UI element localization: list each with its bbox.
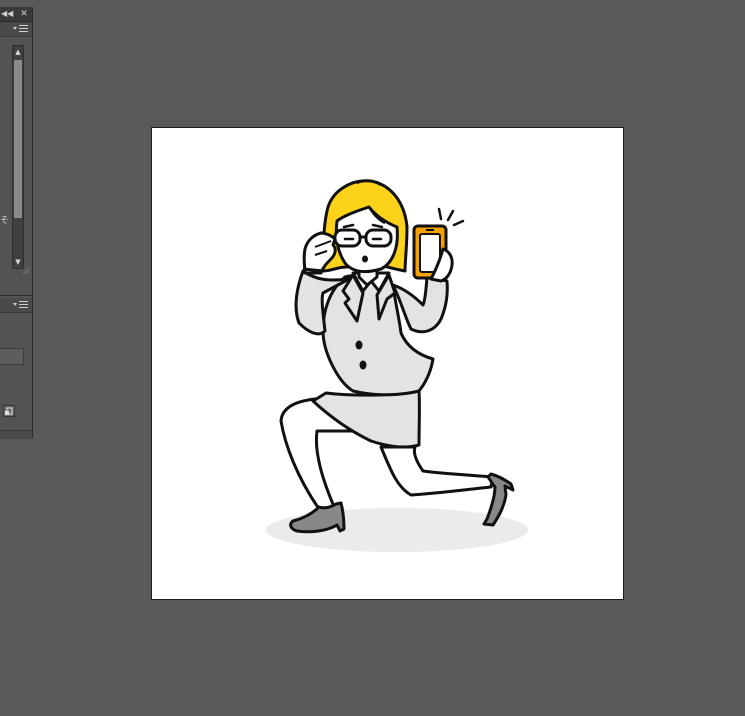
panel-input-field[interactable] bbox=[0, 348, 24, 365]
sparkle-line bbox=[452, 219, 465, 227]
close-icon[interactable]: ✕ bbox=[19, 9, 29, 19]
jacket-button bbox=[359, 360, 367, 370]
mouth bbox=[362, 255, 368, 263]
tools-panel: ◀◀ ✕ そ ▲ ▼ bbox=[0, 7, 33, 439]
panel-tab-bar bbox=[0, 22, 32, 37]
swap-corner-icon[interactable] bbox=[3, 405, 15, 417]
right-arm bbox=[391, 275, 449, 334]
vertical-scrollbar[interactable]: ▲ ▼ bbox=[12, 45, 24, 269]
panel-menu-icon[interactable] bbox=[13, 300, 29, 310]
artboard[interactable] bbox=[151, 127, 624, 600]
back-leg bbox=[379, 445, 495, 497]
jacket-button bbox=[355, 340, 363, 350]
businesswoman-illustration bbox=[266, 179, 528, 552]
second-panel-tab-bar bbox=[0, 298, 32, 313]
resize-grip-icon[interactable] bbox=[22, 267, 30, 275]
scroll-thumb[interactable] bbox=[14, 60, 22, 218]
sparkle-line bbox=[437, 207, 443, 221]
panel-label-fragment: そ bbox=[0, 216, 10, 226]
sparkle-line bbox=[446, 209, 455, 222]
double-left-arrow-icon[interactable]: ◀◀ bbox=[1, 9, 13, 19]
scroll-up-arrow-icon[interactable]: ▲ bbox=[13, 46, 23, 58]
panel-content: そ ▲ ▼ bbox=[0, 37, 32, 277]
panel-menu-icon[interactable] bbox=[13, 24, 29, 34]
panel-divider bbox=[0, 295, 32, 296]
panel-footer bbox=[0, 430, 32, 439]
cuff-left bbox=[302, 267, 324, 273]
panel-title-bar: ◀◀ ✕ bbox=[0, 7, 32, 22]
